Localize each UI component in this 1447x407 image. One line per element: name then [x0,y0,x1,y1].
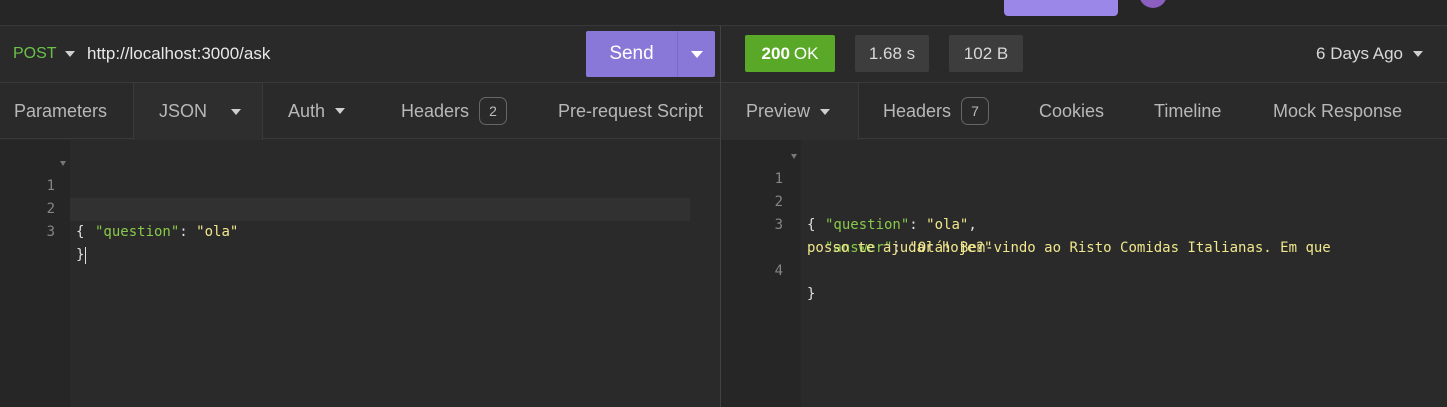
json-string: "ola" [926,217,969,233]
code-line: 1 { [0,152,84,240]
send-options-dropdown[interactable] [677,31,715,77]
history-dropdown[interactable]: 6 Days Ago [1316,44,1423,64]
json-string: "ola" [196,224,239,240]
code-line: 2 "question": "ola" [0,175,239,240]
chevron-down-icon [231,108,242,115]
send-button[interactable]: Send [586,31,677,77]
request-pane: POST http://localhost:3000/ask Send Para… [0,26,720,407]
response-size-badge: 102 B [949,35,1023,72]
tab-label: Headers [883,100,952,121]
tab-label: Pre-request Script [558,100,704,121]
tab-label: Auth [288,100,326,121]
method-label: POST [13,45,57,62]
url-bar: POST http://localhost:3000/ask Send [0,26,720,83]
code-line: 4 } [721,237,816,302]
json-colon: : [179,224,197,240]
response-body-viewer[interactable]: 1 { 2 "question": "ola", 3 "answer": "Ol… [721,140,1447,407]
top-bar [0,0,1447,26]
fold-icon[interactable] [60,161,66,166]
json-string-wrapped: posso te ajudar hoje?" [807,240,993,256]
current-line-highlight [70,198,690,221]
tab-preview[interactable]: Preview [721,83,859,140]
tab-auth[interactable]: Auth [288,83,346,139]
json-colon: : [909,217,927,233]
tab-json[interactable]: JSON [133,83,263,140]
tab-label: Preview [746,101,811,121]
code-line: 1 { [721,145,815,233]
chevron-down-icon [690,50,703,58]
tab-headers[interactable]: Headers 2 [401,83,508,139]
status-code: 200 [761,43,790,63]
tab-label: Parameters [14,100,108,121]
json-comma: , [968,217,977,233]
tab-timeline[interactable]: Timeline [1154,83,1221,139]
url-input[interactable]: http://localhost:3000/ask [87,44,270,64]
response-time-badge: 1.68 s [855,35,929,72]
code-line: posso te ajudar hoje?" [721,214,992,256]
request-tabs: Parameters JSON Auth Headers 2 Pre-reque… [0,83,720,140]
tab-cookies[interactable]: Cookies [1039,83,1104,139]
send-button-group: Send [586,31,715,77]
tab-label: Mock Response [1273,100,1403,121]
response-tabs: Preview Headers 7 Cookies Timeline Mock … [721,83,1447,140]
code-line: 2 "question": "ola", [721,168,977,233]
tab-mock-response[interactable]: Mock Response [1273,83,1402,139]
headers-count-badge: 7 [961,97,990,125]
tab-label: Cookies [1039,100,1105,121]
text-cursor [85,246,87,264]
tab-response-headers[interactable]: Headers 7 [883,83,990,139]
open-brace: { [76,224,85,240]
tab-label: Timeline [1154,100,1222,121]
tab-label: JSON [159,101,208,121]
tab-label: Headers [401,100,470,121]
tab-parameters[interactable]: Parameters [14,83,107,139]
json-key: "question" [825,217,910,233]
response-status-bar: 200 OK 1.68 s 102 B 6 Days Ago [721,26,1447,83]
status-text: OK [793,43,819,63]
chevron-down-icon [335,108,346,114]
open-brace: { [807,217,816,233]
chevron-down-icon [1413,51,1423,57]
code-line: 3 } [0,198,87,264]
headers-count-badge: 2 [479,97,508,125]
json-key: "question" [95,224,180,240]
code-line: 3 "answer": "Olá! Bem-vindo ao Risto Com… [721,191,1331,256]
response-pane: 200 OK 1.68 s 102 B 6 Days Ago Preview H… [721,26,1447,407]
fold-icon[interactable] [791,154,797,159]
request-body-editor[interactable]: 1 { 2 "question": "ola" 3 } [0,140,720,407]
avatar[interactable] [1139,0,1167,8]
line-number: 4 [774,263,783,279]
status-badge: 200 OK [745,35,835,72]
chevron-down-icon [820,108,831,115]
chevron-down-icon [64,51,75,57]
top-action-button[interactable] [1004,0,1118,16]
tab-pre-request-script[interactable]: Pre-request Script [558,83,703,139]
history-label: 6 Days Ago [1316,44,1403,63]
close-brace: } [807,286,816,302]
line-number: 3 [46,224,55,240]
close-brace: } [76,247,85,263]
method-selector[interactable]: POST [13,45,75,63]
